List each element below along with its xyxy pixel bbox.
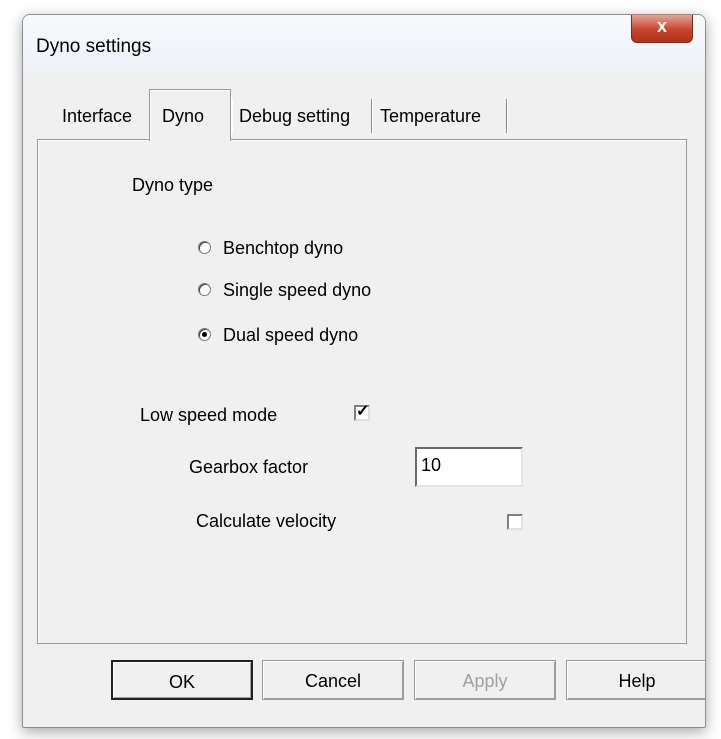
tab-debug-setting-label: Debug setting	[239, 106, 351, 126]
dyno-type-label: Dyno type	[132, 175, 214, 195]
tab-temperature-label: Temperature	[380, 106, 482, 126]
ok-button[interactable]: OK	[111, 660, 253, 700]
dual-speed-dyno-radio[interactable]	[198, 328, 211, 341]
close-button[interactable]: x	[631, 15, 693, 43]
dual-speed-dyno-label[interactable]: Dual speed dyno	[223, 325, 358, 346]
help-button[interactable]: Help	[566, 660, 705, 700]
tab-dyno[interactable]: Dyno	[149, 89, 231, 141]
low-speed-mode-checkbox[interactable]: ✓	[354, 403, 370, 421]
close-icon: x	[656, 16, 667, 36]
tab-divider	[506, 99, 508, 133]
tab-dyno-label: Dyno	[162, 106, 205, 126]
single-speed-dyno-radio[interactable]	[198, 283, 211, 296]
dialog-window: Dyno settings x Interface Dyno Debug set…	[22, 14, 706, 728]
gearbox-factor-value: 10	[421, 455, 442, 475]
window-title: Dyno settings	[36, 36, 152, 57]
title-bar[interactable]: Dyno settings x	[23, 15, 705, 71]
calculate-velocity-label: Calculate velocity	[196, 511, 337, 531]
apply-button[interactable]: Apply	[414, 660, 556, 700]
tab-debug-setting[interactable]: Debug setting	[231, 95, 372, 137]
tab-interface[interactable]: Interface	[56, 95, 146, 137]
gearbox-factor-input[interactable]: 10	[415, 447, 523, 487]
tab-temperature[interactable]: Temperature	[373, 95, 506, 137]
gearbox-factor-label: Gearbox factor	[189, 457, 309, 477]
dyno-tab-panel	[37, 139, 687, 644]
low-speed-mode-label: Low speed mode	[140, 405, 278, 425]
benchtop-dyno-radio[interactable]	[198, 241, 211, 254]
single-speed-dyno-label[interactable]: Single speed dyno	[223, 280, 371, 301]
benchtop-dyno-label[interactable]: Benchtop dyno	[223, 238, 343, 259]
calculate-velocity-checkbox[interactable]	[507, 514, 523, 530]
cancel-button[interactable]: Cancel	[262, 660, 404, 700]
checkmark-icon: ✓	[356, 403, 370, 420]
tab-interface-label: Interface	[62, 106, 133, 126]
